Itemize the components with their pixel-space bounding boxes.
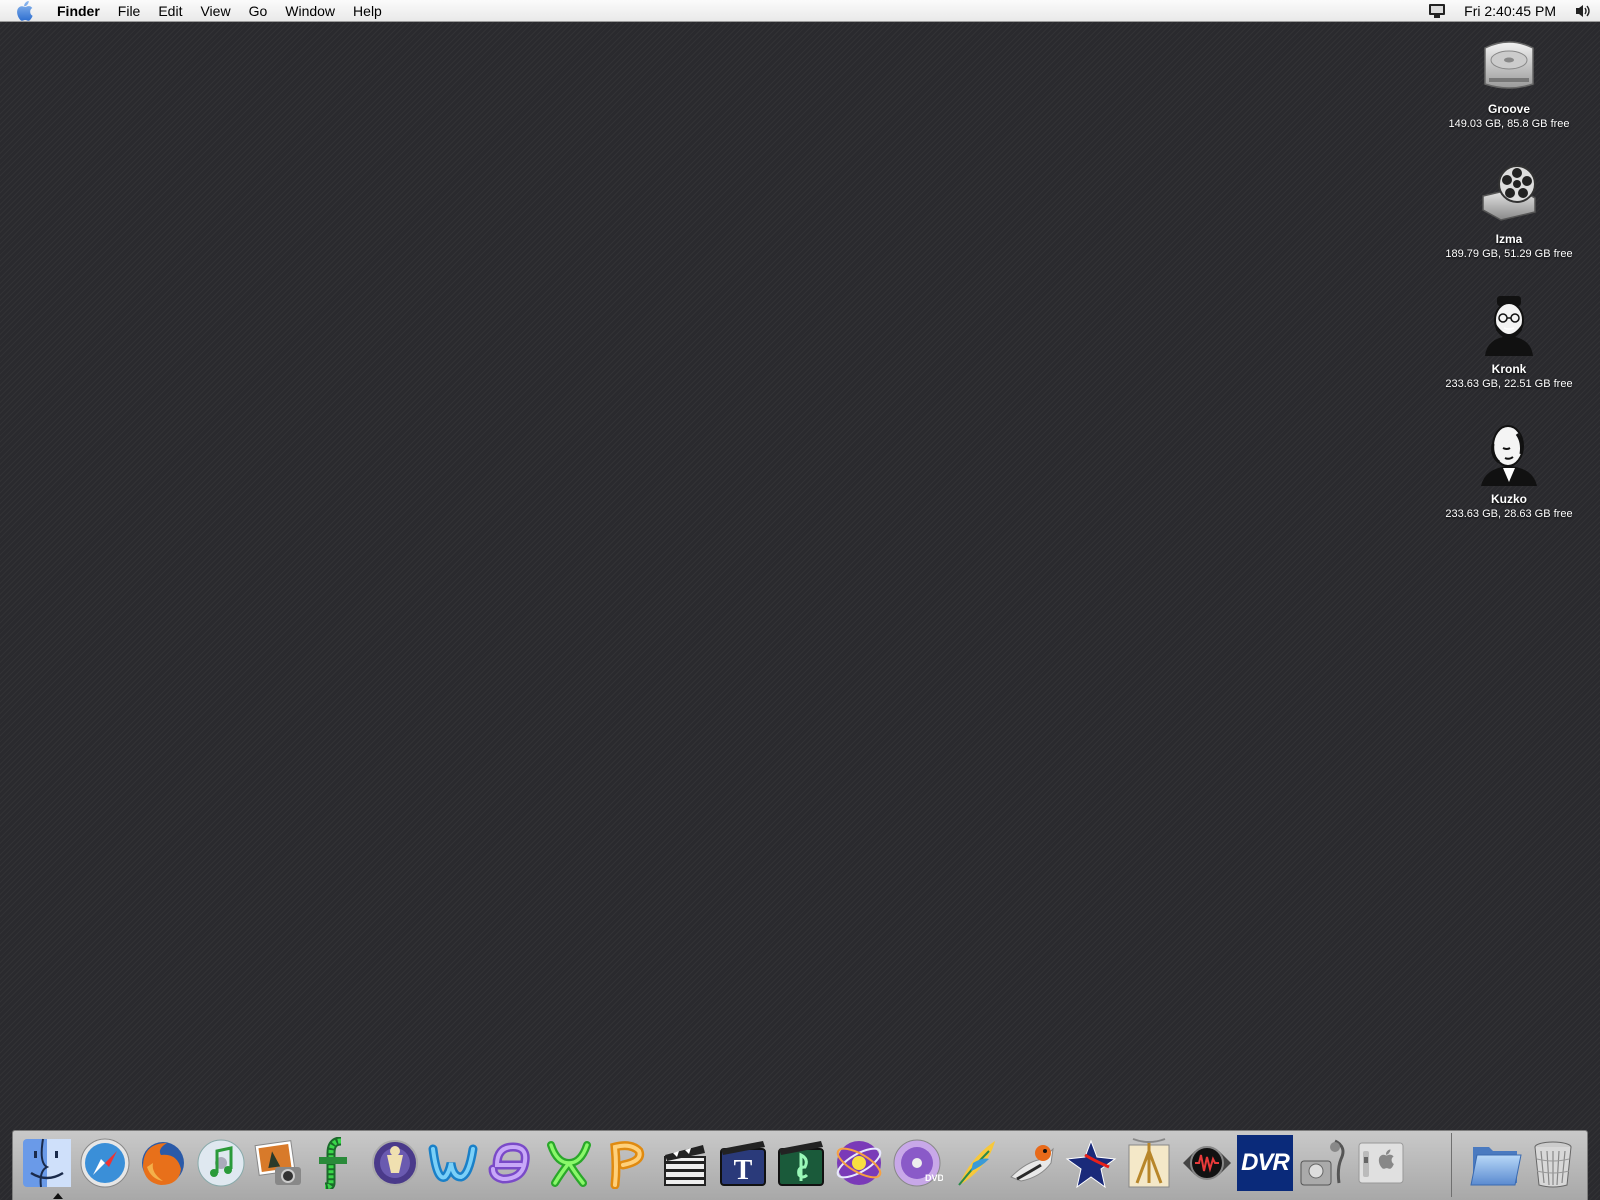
display-icon[interactable] — [1420, 0, 1454, 22]
soundtrack-icon[interactable] — [773, 1135, 829, 1191]
apple-menu-icon[interactable] — [0, 0, 48, 22]
bearded-man-portrait-icon — [1477, 292, 1541, 356]
volume-info: 233.63 GB, 22.51 GB free — [1445, 378, 1573, 390]
disk-utility-icon[interactable] — [1295, 1135, 1351, 1191]
entourage-icon[interactable] — [483, 1135, 539, 1191]
clapperboard-icon[interactable] — [657, 1135, 713, 1191]
app-icon[interactable] — [367, 1135, 423, 1191]
volume-info: 189.79 GB, 51.29 GB free — [1445, 248, 1573, 260]
menubar-clock[interactable]: Fri 2:40:45 PM — [1454, 0, 1566, 22]
quill-icon[interactable] — [947, 1135, 1003, 1191]
dvr-label: DVR — [1241, 1149, 1290, 1176]
word-icon[interactable] — [425, 1135, 481, 1191]
dock-separator — [1451, 1133, 1452, 1197]
firefox-icon[interactable] — [135, 1135, 191, 1191]
svg-text:DVD: DVD — [925, 1173, 943, 1183]
trash-icon[interactable] — [1525, 1135, 1581, 1191]
menu-window[interactable]: Window — [276, 0, 344, 22]
running-indicator — [53, 1193, 63, 1199]
motion-icon[interactable] — [831, 1135, 887, 1191]
desktop-volume-groove[interactable]: Groove 149.03 GB, 85.8 GB free — [1434, 32, 1584, 131]
volume-name: Groove — [1487, 102, 1530, 116]
desktop-volume-kuzko[interactable]: Kuzko 233.63 GB, 28.63 GB free — [1434, 422, 1584, 521]
volume-name: Kronk — [1491, 362, 1527, 376]
volume-name: Kuzko — [1491, 492, 1527, 506]
film-reel-drive-icon — [1477, 162, 1541, 226]
itunes-icon[interactable] — [193, 1135, 249, 1191]
acrobat-icon[interactable] — [1121, 1135, 1177, 1191]
volume-name: Izma — [1495, 232, 1523, 246]
dvr-icon[interactable]: DVR — [1237, 1135, 1293, 1191]
volume-info: 233.63 GB, 28.63 GB free — [1445, 508, 1573, 520]
hard-drive-icon — [1477, 32, 1541, 96]
bald-man-portrait-icon — [1477, 422, 1541, 486]
folder-icon[interactable] — [1467, 1135, 1523, 1191]
star-icon[interactable] — [1063, 1135, 1119, 1191]
bird-icon[interactable] — [1005, 1135, 1061, 1191]
dock: T DVD DVR — [12, 1130, 1588, 1200]
svg-text:T: T — [734, 1155, 753, 1186]
menu-go[interactable]: Go — [240, 0, 277, 22]
system-prefs-icon[interactable] — [1353, 1135, 1409, 1191]
powerpoint-icon[interactable] — [599, 1135, 655, 1191]
dvd-studio-icon[interactable]: DVD — [889, 1135, 945, 1191]
volume-icon[interactable] — [1566, 0, 1600, 22]
audio-icon[interactable] — [1179, 1135, 1235, 1191]
iphoto-icon[interactable] — [251, 1135, 307, 1191]
desktop-volume-kronk[interactable]: Kronk 233.63 GB, 22.51 GB free — [1434, 292, 1584, 391]
finder-icon[interactable] — [19, 1135, 75, 1191]
menu-bar: Finder File Edit View Go Window Help Fri… — [0, 0, 1600, 22]
safari-icon[interactable] — [77, 1135, 133, 1191]
livetype-icon[interactable]: T — [715, 1135, 771, 1191]
excel-icon[interactable] — [541, 1135, 597, 1191]
menu-view[interactable]: View — [191, 0, 239, 22]
volume-info: 149.03 GB, 85.8 GB free — [1448, 118, 1570, 130]
menu-finder[interactable]: Finder — [48, 0, 109, 22]
final-cut-icon[interactable] — [309, 1135, 365, 1191]
menu-file[interactable]: File — [109, 0, 150, 22]
menu-help[interactable]: Help — [344, 0, 391, 22]
menu-edit[interactable]: Edit — [149, 0, 191, 22]
desktop-volume-izma[interactable]: Izma 189.79 GB, 51.29 GB free — [1434, 162, 1584, 261]
